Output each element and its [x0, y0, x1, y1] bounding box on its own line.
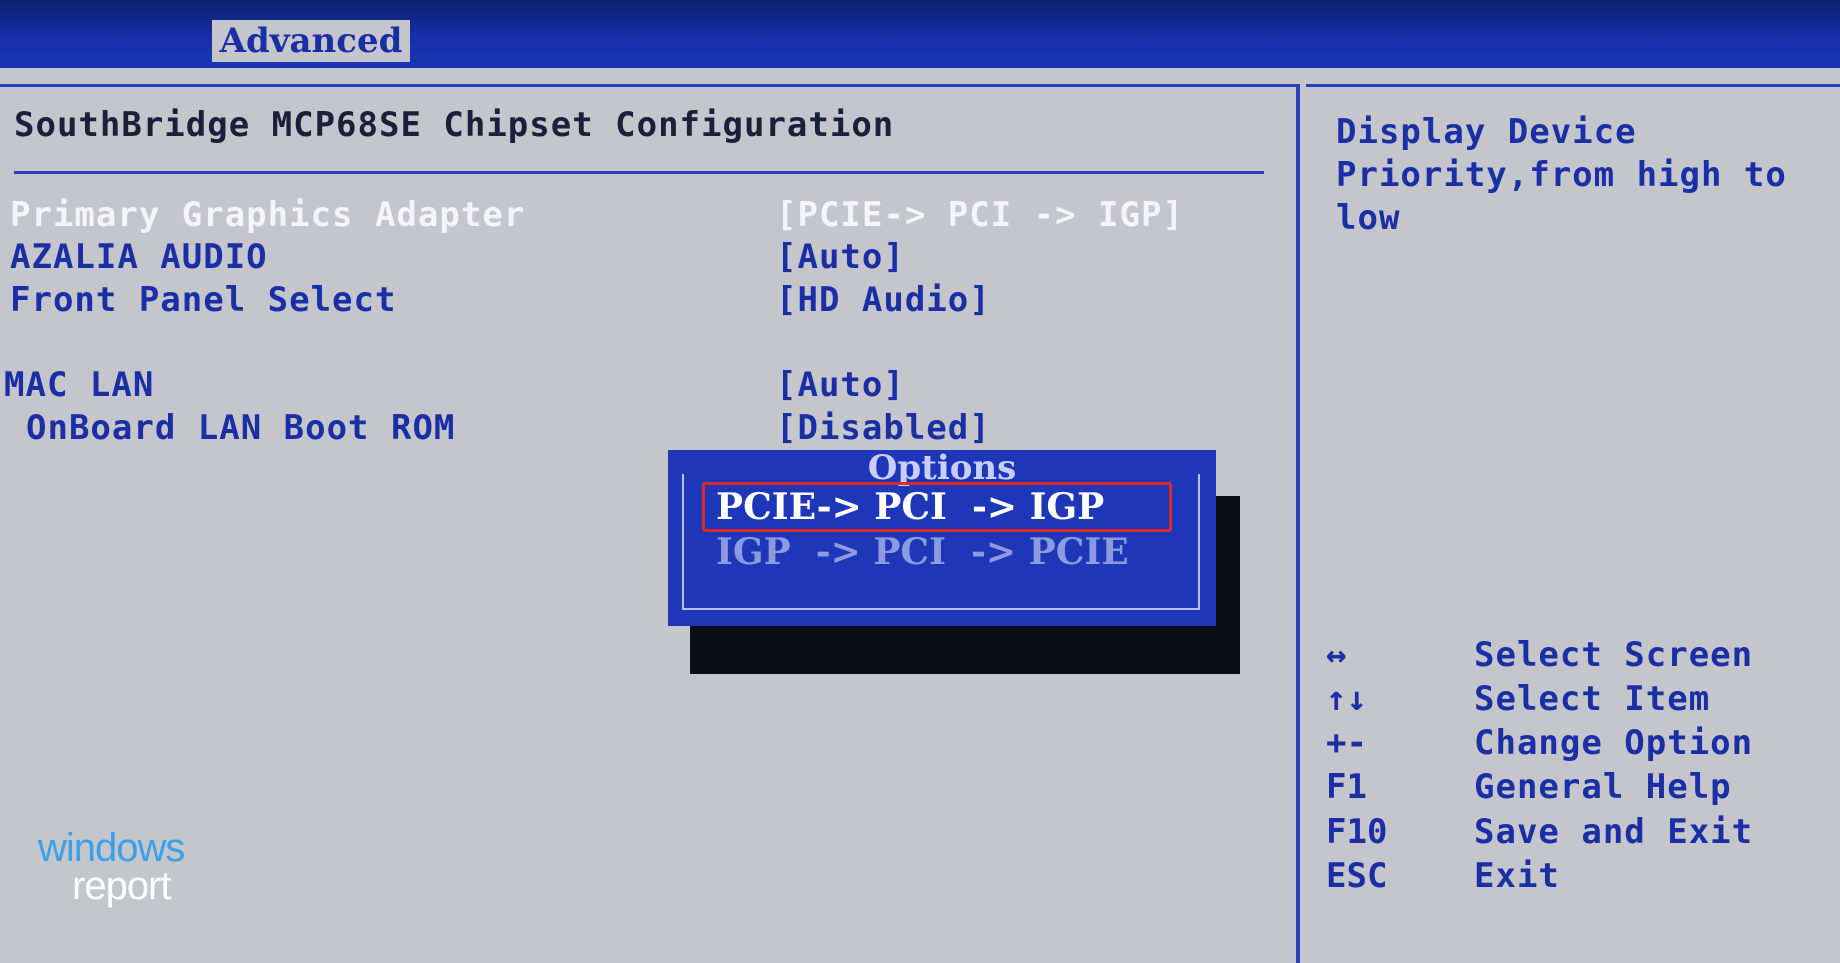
- setting-value[interactable]: [Auto]: [776, 365, 905, 405]
- key-hint-select-item: ↑↓ Select Item: [1316, 679, 1836, 723]
- key-label: ESC: [1326, 856, 1388, 896]
- popup-title: Options: [867, 448, 1017, 488]
- help-panel: Display Device Priority,from high to low…: [1306, 84, 1840, 963]
- setting-value[interactable]: [Disabled]: [776, 408, 991, 448]
- setting-value[interactable]: [HD Audio]: [776, 280, 991, 320]
- setting-row-mac-lan[interactable]: MAC LAN [Auto]: [0, 365, 1290, 407]
- key-label: F10: [1326, 812, 1388, 852]
- setting-row-primary-graphics-adapter[interactable]: Primary Graphics Adapter [PCIE-> PCI -> …: [0, 195, 1290, 237]
- key-hint-save-exit: F10 Save and Exit: [1316, 812, 1836, 856]
- key-hint-desc: Save and Exit: [1474, 812, 1754, 852]
- option-pcie-pci-igp[interactable]: PCIE-> PCI -> IGP: [716, 485, 1176, 529]
- menu-bar: Advanced: [0, 0, 1840, 68]
- up-down-arrow-icon: ↑↓: [1326, 679, 1367, 719]
- options-popup: Options PCIE-> PCI -> IGP IGP -> PCI -> …: [668, 450, 1216, 626]
- setting-row-front-panel-select[interactable]: Front Panel Select [HD Audio]: [0, 280, 1290, 322]
- key-label: F1: [1326, 767, 1367, 807]
- title-divider: [14, 171, 1264, 174]
- setting-value[interactable]: [PCIE-> PCI -> IGP]: [776, 195, 1184, 235]
- plus-minus-icon: +-: [1326, 723, 1367, 763]
- setting-label: Primary Graphics Adapter: [10, 195, 526, 235]
- key-hint-desc: Change Option: [1474, 723, 1754, 763]
- key-hint-change-option: +- Change Option: [1316, 723, 1836, 767]
- page-title: SouthBridge MCP68SE Chipset Configuratio…: [14, 105, 895, 145]
- setting-row-azalia-audio[interactable]: AZALIA AUDIO [Auto]: [0, 237, 1290, 279]
- option-igp-pci-pcie[interactable]: IGP -> PCI -> PCIE: [716, 530, 1176, 574]
- help-description: Display Device Priority,from high to low: [1336, 112, 1787, 238]
- setting-label: OnBoard LAN Boot ROM: [26, 408, 456, 448]
- setting-label: Front Panel Select: [10, 280, 397, 320]
- key-hint-select-screen: ↔ Select Screen: [1316, 635, 1836, 679]
- key-hint-general-help: F1 General Help: [1316, 767, 1836, 811]
- key-hint-desc: General Help: [1474, 767, 1732, 807]
- windows-report-logo: windows report: [38, 826, 238, 916]
- left-right-arrow-icon: ↔: [1326, 635, 1347, 675]
- setting-label: MAC LAN: [4, 365, 155, 405]
- setting-row-onboard-lan-boot-rom[interactable]: OnBoard LAN Boot ROM [Disabled]: [0, 408, 1290, 450]
- logo-line-report: report: [72, 864, 171, 908]
- key-hint-desc: Select Screen: [1474, 635, 1754, 675]
- setting-value[interactable]: [Auto]: [776, 237, 905, 277]
- key-hint-exit: ESC Exit: [1316, 856, 1836, 900]
- key-hint-desc: Exit: [1474, 856, 1560, 896]
- setting-label: AZALIA AUDIO: [10, 237, 268, 277]
- tab-advanced[interactable]: Advanced: [212, 20, 410, 62]
- key-hint-desc: Select Item: [1474, 679, 1711, 719]
